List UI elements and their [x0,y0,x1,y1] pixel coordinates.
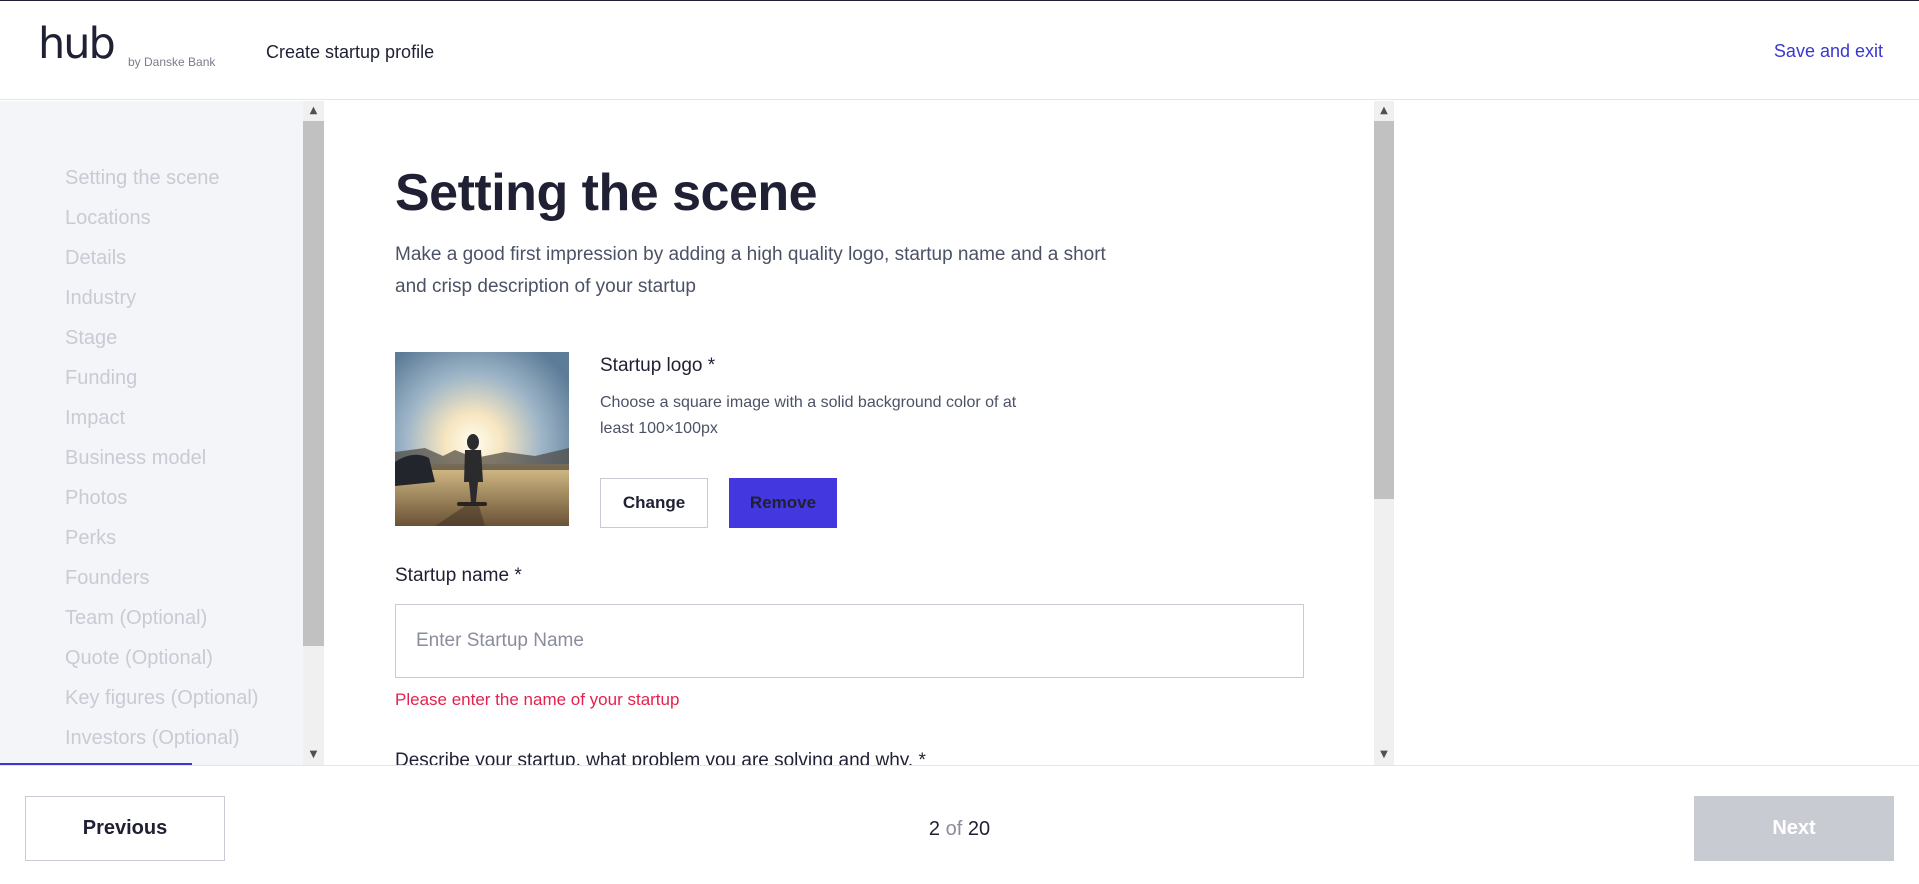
step-counter: 2 of 20 [0,818,1919,841]
change-logo-button[interactable]: Change [600,478,708,528]
sidebar-item-funding[interactable]: Funding [65,363,258,403]
sidebar-item-team[interactable]: Team (Optional) [65,603,258,643]
sidebar-item-perks[interactable]: Perks [65,523,258,563]
steps-sidebar: Setting the scene Locations Details Indu… [0,101,303,765]
sidebar-item-founders[interactable]: Founders [65,563,258,603]
sidebar-item-impact[interactable]: Impact [65,403,258,443]
steps-list: Setting the scene Locations Details Indu… [65,163,258,763]
sidebar-item-stage[interactable]: Stage [65,323,258,363]
scrollbar-thumb[interactable] [303,121,324,646]
logo-help-text: Choose a square image with a solid backg… [600,394,1017,437]
total-steps: 20 [967,818,991,840]
next-button[interactable]: Next [1694,796,1894,861]
page-title: Setting the scene [395,164,818,222]
startup-logo-image [395,352,569,526]
sidebar-item-investors[interactable]: Investors (Optional) [65,723,258,763]
wizard-footer: Previous 2 of 20 Next [0,765,1919,884]
sidebar-item-business-model[interactable]: Business model [65,443,258,483]
startup-name-input[interactable] [395,604,1304,678]
app-header: hub by Danske Bank Create startup profil… [0,1,1919,100]
scroll-down-icon[interactable]: ▼ [1374,745,1394,765]
sidebar-item-industry[interactable]: Industry [65,283,258,323]
save-and-exit-link[interactable]: Save and exit [1774,41,1883,62]
sidebar-item-photos[interactable]: Photos [65,483,258,523]
logo-byline: by Danske Bank [128,55,216,69]
sidebar-item-setting-the-scene[interactable]: Setting the scene [65,163,258,203]
startup-name-error: Please enter the name of your startup [395,690,680,709]
scroll-up-icon[interactable]: ▲ [1374,101,1394,121]
scroll-up-icon[interactable]: ▲ [303,101,324,121]
startup-name-label: Startup name * [395,565,522,586]
current-step: 2 [928,818,941,840]
sidebar-item-locations[interactable]: Locations [65,203,258,243]
scroll-down-icon[interactable]: ▼ [303,745,324,765]
sidebar-scrollbar[interactable]: ▲ ▼ [303,101,324,765]
scrollbar-thumb[interactable] [1374,121,1394,499]
logo-field-label: Startup logo * [600,355,716,376]
of-label: of [945,818,963,840]
sidebar-item-quote[interactable]: Quote (Optional) [65,643,258,683]
sidebar-item-details[interactable]: Details [65,243,258,283]
header-title: Create startup profile [266,42,435,62]
logo-wordmark: hub [38,19,116,69]
form-content: Setting the scene Make a good first impr… [324,101,1374,765]
remove-logo-button[interactable]: Remove [729,478,837,528]
page-intro: Make a good first impression by adding a… [395,244,1106,297]
description-label: Describe your startup, what problem you … [395,750,926,765]
main-scrollbar[interactable]: ▲ ▼ [1374,101,1394,765]
sidebar-item-key-figures[interactable]: Key figures (Optional) [65,683,258,723]
